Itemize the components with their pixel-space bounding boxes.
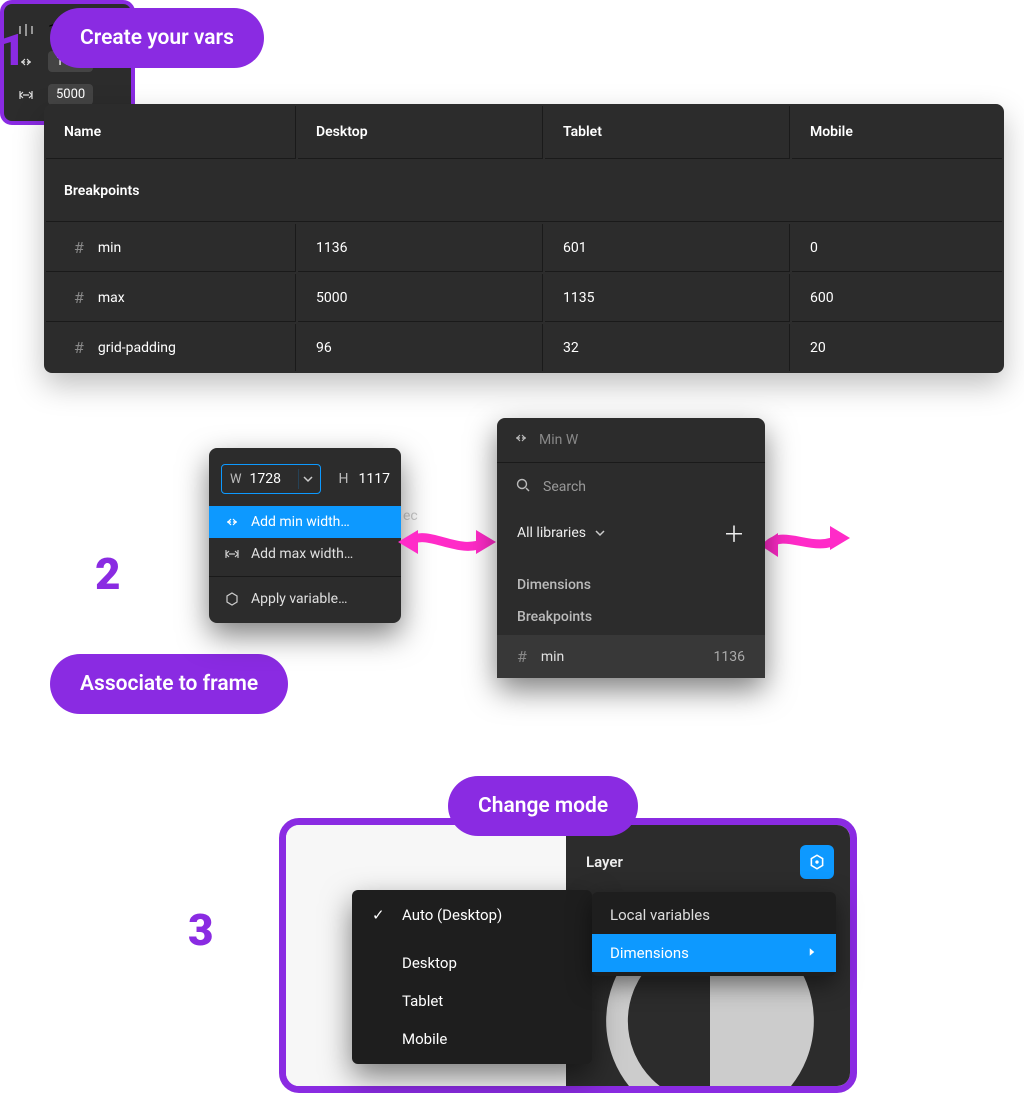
section-breakpoints: Breakpoints <box>497 599 765 631</box>
mode-desktop[interactable]: Desktop <box>352 944 592 982</box>
col-tablet: Tablet <box>545 106 790 159</box>
width-height-panel: W 1728 H 1117 Add min width… Add max wid… <box>209 448 401 623</box>
menu-label: Add min width… <box>251 514 350 530</box>
hexagon-gear-icon <box>808 853 826 871</box>
search-placeholder: Search <box>543 479 586 495</box>
mode-label: Tablet <box>402 992 443 1010</box>
variables-table: Name Desktop Tablet Mobile Breakpoints #… <box>44 104 1004 373</box>
cell-tablet[interactable]: 1135 <box>545 274 790 322</box>
hash-icon: # <box>74 238 84 257</box>
hash-icon: # <box>74 288 84 307</box>
table-row[interactable]: # min 1136 601 0 <box>46 224 1002 272</box>
layer-title: Layer <box>586 853 623 871</box>
table-group-row[interactable]: Breakpoints <box>46 161 1002 222</box>
search-icon <box>515 477 531 497</box>
var-name: max <box>98 290 125 306</box>
add-min-width-option[interactable]: Add min width… <box>209 506 401 538</box>
submenu-label: Local variables <box>610 906 710 924</box>
menu-label: Add max width… <box>251 546 353 562</box>
submenu-dimensions[interactable]: Dimensions <box>592 934 836 972</box>
panel-title: Min W <box>539 432 578 448</box>
table-row[interactable]: # max 5000 1135 600 <box>46 274 1002 322</box>
apply-variable-option[interactable]: Apply variable… <box>209 583 401 615</box>
cell-desktop[interactable]: 1136 <box>298 224 543 272</box>
cell-desktop[interactable]: 96 <box>298 324 543 371</box>
mode-auto[interactable]: ✓ Auto (Desktop) <box>352 896 592 934</box>
cell-mobile[interactable]: 0 <box>792 224 1002 272</box>
variable-value: 1136 <box>714 649 745 665</box>
cell-mobile[interactable]: 600 <box>792 274 1002 322</box>
mode-label: Desktop <box>402 954 457 972</box>
mode-menu: ✓ Auto (Desktop) Desktop Tablet Mobile <box>352 890 592 1064</box>
min-width-icon <box>513 430 529 450</box>
divider <box>209 576 401 577</box>
all-libraries-dropdown[interactable]: All libraries <box>517 525 608 541</box>
min-width-icon <box>223 514 241 530</box>
min-width-variable-picker: Min W Search All libraries ＋ Dimensions … <box>497 418 765 678</box>
h-label: H <box>339 471 349 487</box>
var-name: grid-padding <box>98 340 176 356</box>
cell-desktop[interactable]: 5000 <box>298 274 543 322</box>
table-row[interactable]: # grid-padding 96 32 20 <box>46 324 1002 371</box>
col-desktop: Desktop <box>298 106 543 159</box>
check-icon: ✓ <box>372 906 388 924</box>
variable-mode-button[interactable] <box>800 845 834 879</box>
group-breakpoints: Breakpoints <box>46 161 1002 222</box>
step-1-label: Create your vars <box>50 8 264 68</box>
max-width-icon <box>16 87 36 103</box>
submenu-label: Dimensions <box>610 944 689 962</box>
chevron-right-icon <box>806 944 818 962</box>
step-1-number: 1 <box>0 24 26 76</box>
chevron-down-icon <box>592 525 608 541</box>
h-value[interactable]: 1117 <box>359 471 399 487</box>
dropdown-label: All libraries <box>517 525 586 541</box>
menu-label: Apply variable… <box>251 591 347 607</box>
plus-icon[interactable]: ＋ <box>723 517 745 549</box>
result-max-chip[interactable]: 5000 <box>48 84 93 105</box>
collection-submenu: Local variables Dimensions <box>592 892 836 976</box>
mode-label: Mobile <box>402 1030 447 1048</box>
step-2-number: 2 <box>95 548 121 600</box>
w-value: 1728 <box>250 471 290 487</box>
variable-item-min[interactable]: # min 1136 <box>497 635 765 678</box>
hash-icon: # <box>74 338 84 357</box>
arrow-icon <box>760 520 850 564</box>
max-width-icon <box>223 546 241 562</box>
step-3-label: Change mode <box>448 776 638 836</box>
width-input[interactable]: W 1728 <box>221 464 321 494</box>
mode-tablet[interactable]: Tablet <box>352 982 592 1020</box>
hash-icon: # <box>517 647 527 666</box>
table-header-row: Name Desktop Tablet Mobile <box>46 106 1002 159</box>
cell-tablet[interactable]: 601 <box>545 224 790 272</box>
submenu-local-variables[interactable]: Local variables <box>592 896 836 934</box>
col-mobile: Mobile <box>792 106 1002 159</box>
step-3-number: 3 <box>188 904 214 956</box>
variable-name: min <box>541 649 564 665</box>
add-max-width-option[interactable]: Add max width… <box>209 538 401 570</box>
col-name: Name <box>46 106 296 159</box>
cell-mobile[interactable]: 20 <box>792 324 1002 371</box>
mode-mobile[interactable]: Mobile <box>352 1020 592 1058</box>
arrow-icon <box>398 522 498 566</box>
step-2-label: Associate to frame <box>50 654 288 714</box>
mode-label: Auto (Desktop) <box>402 906 502 924</box>
hexagon-icon <box>223 591 241 607</box>
section-dimensions: Dimensions <box>497 567 765 599</box>
w-label: W <box>230 472 242 487</box>
search-input[interactable]: Search <box>497 463 765 505</box>
var-name: min <box>98 240 121 256</box>
chevron-down-icon[interactable] <box>298 469 318 489</box>
cell-tablet[interactable]: 32 <box>545 324 790 371</box>
